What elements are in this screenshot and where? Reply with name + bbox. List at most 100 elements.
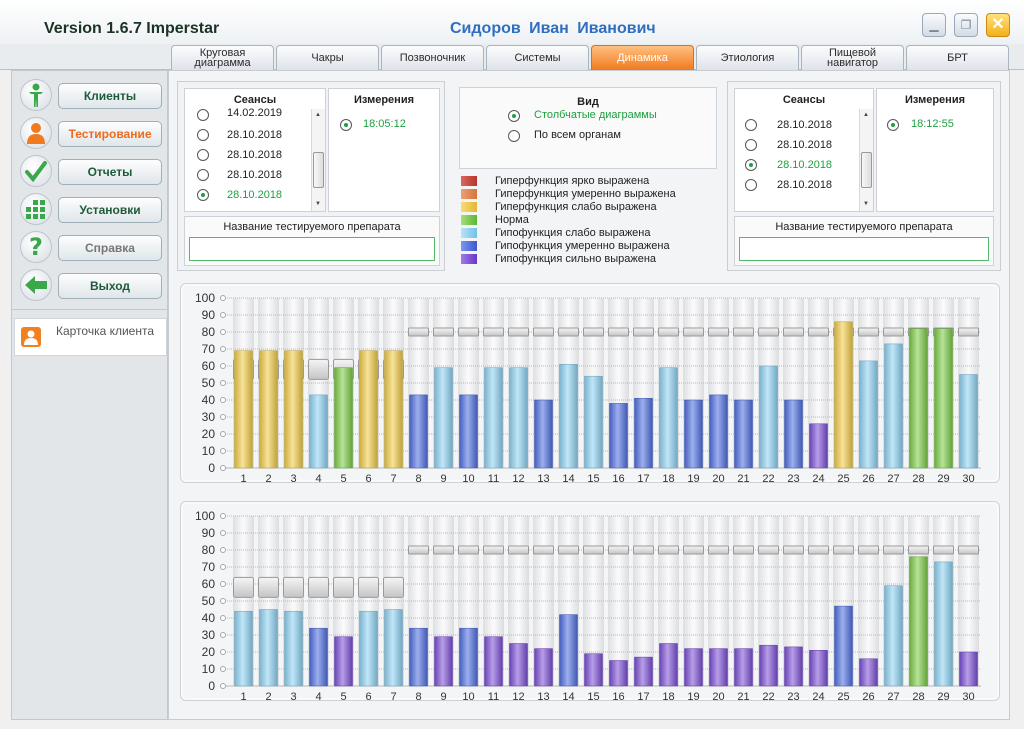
x-tick-label: 7 <box>390 473 396 484</box>
reports-button[interactable]: Отчеты <box>58 159 162 185</box>
right-session-panel: Сеансы 28.10.2018 28.10.2018 28.10.2018 … <box>727 81 1001 271</box>
reference-marker <box>958 327 979 337</box>
sidebar-item-clients[interactable]: Клиенты <box>16 79 166 113</box>
x-tick-label: 20 <box>712 473 724 484</box>
left-session-radio-2[interactable] <box>197 129 209 141</box>
x-tick-label: 4 <box>315 473 321 484</box>
tab-dynamics[interactable]: Динамика <box>591 45 694 70</box>
x-tick-label: 6 <box>365 473 371 484</box>
testing-button[interactable]: Тестирование <box>58 121 162 147</box>
clients-button[interactable]: Клиенты <box>58 83 162 109</box>
x-tick-label: 22 <box>762 473 774 484</box>
maximize-button[interactable]: ❐ <box>954 13 978 37</box>
y-tick-label: 30 <box>202 410 216 424</box>
sidebar-item-exit[interactable]: Выход <box>16 269 166 303</box>
left-session-label-2: 28.10.2018 <box>227 129 283 141</box>
tab-systems[interactable]: Системы <box>486 45 589 70</box>
arrow-left-icon <box>20 269 52 301</box>
y-tick-label: 10 <box>202 662 216 676</box>
scroll-up-icon[interactable]: ▲ <box>863 112 869 118</box>
x-tick-label: 12 <box>512 473 524 484</box>
view-box: Вид Столбчатые диаграммы По всем органам <box>459 87 717 169</box>
right-session-label-2: 28.10.2018 <box>777 139 833 151</box>
sidebar-item-testing[interactable]: Тестирование <box>16 117 166 151</box>
bar <box>609 660 628 687</box>
right-session-label-1: 28.10.2018 <box>777 119 833 131</box>
left-sessions-scrollbar[interactable]: ▲ ▼ <box>311 109 325 211</box>
right-sessions-scrollbar[interactable]: ▲ ▼ <box>859 109 873 211</box>
x-tick-label: 2 <box>265 473 271 484</box>
y-tick-label: 0 <box>208 461 215 475</box>
y-tick-label: 0 <box>208 679 215 693</box>
left-measurement-radio[interactable] <box>340 119 352 131</box>
x-tick-label: 18 <box>662 691 674 702</box>
left-session-radio-5[interactable] <box>197 189 209 201</box>
axis-marker <box>220 615 226 621</box>
right-session-radio-1[interactable] <box>745 119 757 131</box>
exit-button[interactable]: Выход <box>58 273 162 299</box>
y-tick-label: 90 <box>202 308 216 322</box>
client-card-button[interactable]: Карточка клиента <box>14 318 167 356</box>
reference-marker <box>633 327 654 337</box>
sidebar-item-reports[interactable]: Отчеты <box>16 155 166 189</box>
bar <box>634 656 653 687</box>
bar <box>359 610 378 687</box>
tab-etiology[interactable]: Этиология <box>696 45 799 70</box>
help-button[interactable]: Справка <box>58 235 162 261</box>
x-tick-label: 1 <box>240 473 246 484</box>
bar <box>334 367 353 469</box>
reference-marker <box>608 545 629 555</box>
left-session-radio-3[interactable] <box>197 149 209 161</box>
tab-chakras[interactable]: Чакры <box>276 45 379 70</box>
settings-button[interactable]: Установки <box>58 197 162 223</box>
reference-marker <box>608 327 629 337</box>
view-all-organs-radio[interactable] <box>508 130 520 142</box>
x-tick-label: 8 <box>415 473 421 484</box>
reference-marker <box>708 545 729 555</box>
scroll-down-icon[interactable]: ▼ <box>315 201 321 207</box>
axis-marker <box>220 295 226 301</box>
minimize-button[interactable]: ▁ <box>922 13 946 37</box>
legend-item: Гиперфункция ярко выражена <box>461 175 701 187</box>
x-tick-label: 1 <box>240 691 246 702</box>
tab-brt[interactable]: БРТ <box>906 45 1009 70</box>
left-drug-box: Название тестируемого препарата <box>184 216 440 266</box>
x-tick-label: 13 <box>537 473 549 484</box>
tab-circular-diagram[interactable]: Круговая диаграмма <box>171 45 274 70</box>
axis-marker <box>220 363 226 369</box>
right-session-radio-3[interactable] <box>745 159 757 171</box>
bar <box>809 650 828 687</box>
scroll-down-icon[interactable]: ▼ <box>863 201 869 207</box>
close-button[interactable]: ✕ <box>986 13 1010 37</box>
tab-spine[interactable]: Позвоночник <box>381 45 484 70</box>
right-measurements-title: Измерения <box>904 94 966 106</box>
y-tick-label: 80 <box>202 325 216 339</box>
right-session-radio-2[interactable] <box>745 139 757 151</box>
left-session-label-1: 14.02.2019 <box>227 107 283 119</box>
axis-marker <box>220 329 226 335</box>
axis-marker <box>220 581 226 587</box>
legend-swatch <box>461 189 477 199</box>
reference-marker <box>808 545 829 555</box>
reference-marker <box>233 576 254 598</box>
x-tick-label: 3 <box>290 473 296 484</box>
scroll-thumb[interactable] <box>861 152 872 188</box>
reference-marker <box>558 327 579 337</box>
x-tick-label: 28 <box>912 691 924 702</box>
left-session-radio-4[interactable] <box>197 169 209 181</box>
sidebar-item-settings[interactable]: Установки <box>16 193 166 227</box>
scroll-thumb[interactable] <box>313 152 324 188</box>
right-drug-input[interactable] <box>739 237 989 261</box>
x-tick-label: 4 <box>315 691 321 702</box>
tab-food-navigator[interactable]: Пищевой навигатор <box>801 45 904 70</box>
reference-marker <box>358 576 379 598</box>
view-bar-charts-radio[interactable] <box>508 110 520 122</box>
left-session-radio-1[interactable] <box>197 109 209 121</box>
right-measurement-radio[interactable] <box>887 119 899 131</box>
right-session-radio-4[interactable] <box>745 179 757 191</box>
axis-marker <box>220 465 226 471</box>
sidebar-item-help[interactable]: ? Справка <box>16 231 166 265</box>
left-drug-input[interactable] <box>189 237 435 261</box>
scroll-up-icon[interactable]: ▲ <box>315 112 321 118</box>
x-tick-label: 25 <box>837 691 849 702</box>
